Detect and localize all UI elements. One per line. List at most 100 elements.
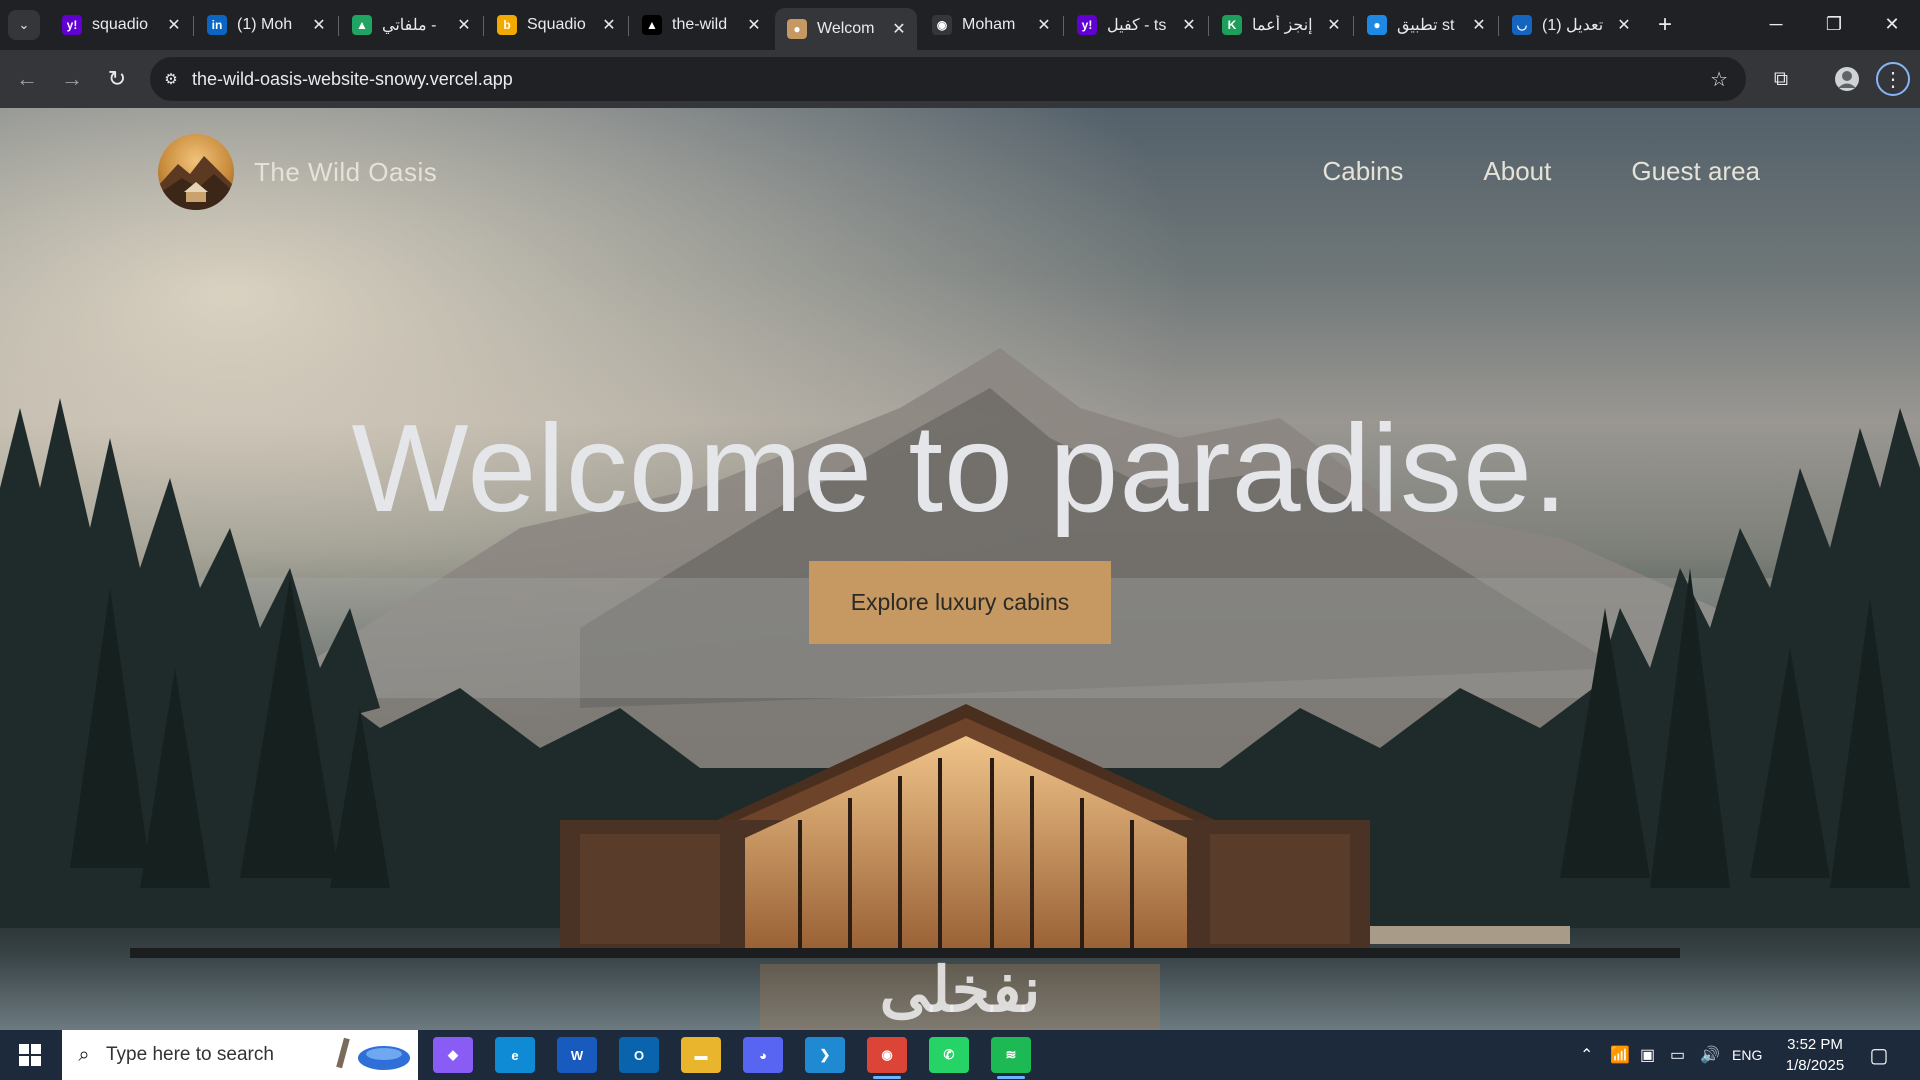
tab-close-icon[interactable]: ✕ [889, 19, 909, 39]
browser-tab[interactable]: ▲ ملفاتي - ✕ [340, 8, 482, 42]
browser-tab[interactable]: K إنجز أعما ✕ [1210, 8, 1352, 42]
file-explorer-icon[interactable]: ▬ [681, 1037, 721, 1073]
reload-button[interactable]: ↻ [100, 62, 134, 96]
tab-close-icon[interactable]: ✕ [1469, 15, 1489, 35]
tab-separator [1208, 16, 1209, 36]
nav-about[interactable]: About [1483, 156, 1551, 187]
tab-label: ملفاتي - [382, 17, 437, 34]
tab-close-icon[interactable]: ✕ [164, 15, 184, 35]
google-drive-icon: ▲ [352, 15, 372, 35]
spotify-icon[interactable]: ≋ [991, 1037, 1031, 1079]
edge-icon[interactable]: e [495, 1037, 535, 1073]
forward-button[interactable]: → [55, 62, 89, 96]
close-window-button[interactable]: ✕ [1864, 8, 1920, 40]
tab-label: the-wild [672, 16, 728, 33]
tab-label: كفيل - ts [1107, 17, 1167, 34]
volume-icon[interactable]: 🔊 [1700, 1030, 1720, 1080]
tab-separator [628, 16, 629, 36]
address-bar[interactable]: ⚙ the-wild-oasis-website-snowy.vercel.ap… [150, 57, 1746, 101]
hero-title: Welcome to paradise. [351, 400, 1569, 538]
word-icon[interactable]: W [557, 1037, 597, 1073]
logo[interactable] [158, 134, 234, 210]
bayt-icon: b [497, 15, 517, 35]
taskbar: ⌕ Type here to search ◆ e W O ▬ ◕ ❯ ◉ ✆ ≋ ⌃ 📶 ▣ ▭… [0, 1030, 1920, 1080]
browser-tab[interactable]: ◡ (1) تعديل ✕ [1500, 8, 1642, 42]
github-icon: ◉ [932, 15, 952, 35]
extensions-icon[interactable]: ⧉ [1764, 62, 1798, 96]
kafiil-icon: K [1222, 15, 1242, 35]
outlook-icon[interactable]: O [619, 1037, 659, 1073]
search-highlight-image [336, 1037, 410, 1070]
tab-label: Moham [962, 16, 1016, 33]
vercel-icon: ▲ [642, 15, 662, 35]
tab-close-icon[interactable]: ✕ [1034, 15, 1054, 35]
profile-avatar[interactable] [1830, 62, 1864, 96]
whatsapp-icon[interactable]: ✆ [929, 1037, 969, 1073]
tab-search-button[interactable]: ⌄ [8, 10, 40, 40]
tab-label: Squadio [527, 16, 586, 33]
chrome-icon[interactable]: ◉ [867, 1037, 907, 1079]
url-text: the-wild-oasis-website-snowy.vercel.app [192, 68, 513, 89]
network-icon[interactable]: 📶 [1610, 1030, 1630, 1080]
tab-close-icon[interactable]: ✕ [1614, 15, 1634, 35]
nav-guest-area[interactable]: Guest area [1631, 156, 1760, 187]
vscode-icon[interactable]: ❯ [805, 1037, 845, 1073]
new-tab-button[interactable]: + [1650, 10, 1680, 40]
browser-tab[interactable]: ▲ the-wild ✕ [630, 8, 772, 42]
browser-toolbar: ← → ↻ ⚙ the-wild-oasis-website-snowy.ver… [0, 50, 1920, 108]
minimize-button[interactable]: ─ [1748, 8, 1804, 40]
tab-close-icon[interactable]: ✕ [1324, 15, 1344, 35]
clock-date: 1/8/2025 [1785, 1057, 1845, 1074]
browser-tab[interactable]: ● Welcom ✕ [775, 8, 917, 50]
browser-tab[interactable]: ● تطبيق st ✕ [1355, 8, 1497, 42]
tab-label: تطبيق st [1397, 17, 1455, 34]
taskbar-search[interactable]: ⌕ Type here to search [62, 1030, 418, 1080]
app-icon: ● [1367, 15, 1387, 35]
brand-name[interactable]: The Wild Oasis [254, 157, 437, 188]
browser-tab[interactable]: ◉ Moham ✕ [920, 8, 1062, 42]
notifications-icon[interactable]: ▢ [1864, 1040, 1894, 1070]
restore-button[interactable]: ❐ [1806, 8, 1862, 40]
back-button[interactable]: ← [10, 62, 44, 96]
tab-strip: ⌄ y! squadio ✕ in (1) Moh ✕ ▲ ملفاتي - ✕ b Squadio… [0, 0, 1920, 50]
yahoo-icon: y! [1077, 15, 1097, 35]
explore-cabins-button[interactable]: Explore luxury cabins [809, 561, 1111, 644]
running-indicator [997, 1076, 1025, 1079]
bookmark-star-icon[interactable]: ☆ [1710, 67, 1728, 92]
tab-separator [338, 16, 339, 36]
wild-oasis-icon: ● [787, 19, 807, 39]
search-icon: ⌕ [78, 1043, 90, 1066]
browser-tab[interactable]: y! كفيل - ts ✕ [1065, 8, 1207, 42]
tab-close-icon[interactable]: ✕ [309, 15, 329, 35]
tab-label: squadio [92, 16, 149, 33]
start-button[interactable] [10, 1038, 50, 1072]
menu-kebab-icon[interactable]: ⋮ [1876, 62, 1910, 96]
watermark-text: نفخلى [879, 956, 1041, 1025]
webpage: The Wild Oasis Cabins About Guest area W… [0, 108, 1920, 1030]
site-info-icon[interactable]: ⚙ [150, 70, 192, 88]
copilot-icon[interactable]: ◆ [433, 1037, 473, 1073]
taskbar-search-placeholder: Type here to search [106, 1044, 274, 1065]
battery-icon[interactable]: ▭ [1670, 1030, 1685, 1080]
tab-close-icon[interactable]: ✕ [744, 15, 764, 35]
browser-tab[interactable]: in (1) Moh ✕ [195, 8, 337, 42]
tab-close-icon[interactable]: ✕ [1179, 15, 1199, 35]
browser-tab[interactable]: y! squadio ✕ [50, 8, 192, 42]
show-hidden-icons[interactable]: ⌃ [1580, 1030, 1593, 1080]
clock[interactable]: 3:52 PM 1/8/2025 [1770, 1034, 1860, 1076]
discord-icon[interactable]: ◕ [743, 1037, 783, 1073]
browser-tab[interactable]: b Squadio ✕ [485, 8, 627, 42]
tab-close-icon[interactable]: ✕ [454, 15, 474, 35]
main-nav: Cabins About Guest area [1322, 156, 1760, 187]
tab-label: إنجز أعما [1252, 17, 1313, 34]
linkedin-icon: in [207, 15, 227, 35]
nav-cabins[interactable]: Cabins [1322, 156, 1403, 187]
tab-close-icon[interactable]: ✕ [599, 15, 619, 35]
meet-icon[interactable]: ▣ [1640, 1030, 1655, 1080]
windows-logo-icon [19, 1044, 41, 1066]
tab-label: Welcom [817, 20, 875, 37]
language-indicator[interactable]: ENG [1732, 1030, 1762, 1080]
clock-time: 3:52 PM [1787, 1036, 1843, 1053]
tab-label: (1) تعديل [1542, 17, 1604, 34]
tab-separator [193, 16, 194, 36]
